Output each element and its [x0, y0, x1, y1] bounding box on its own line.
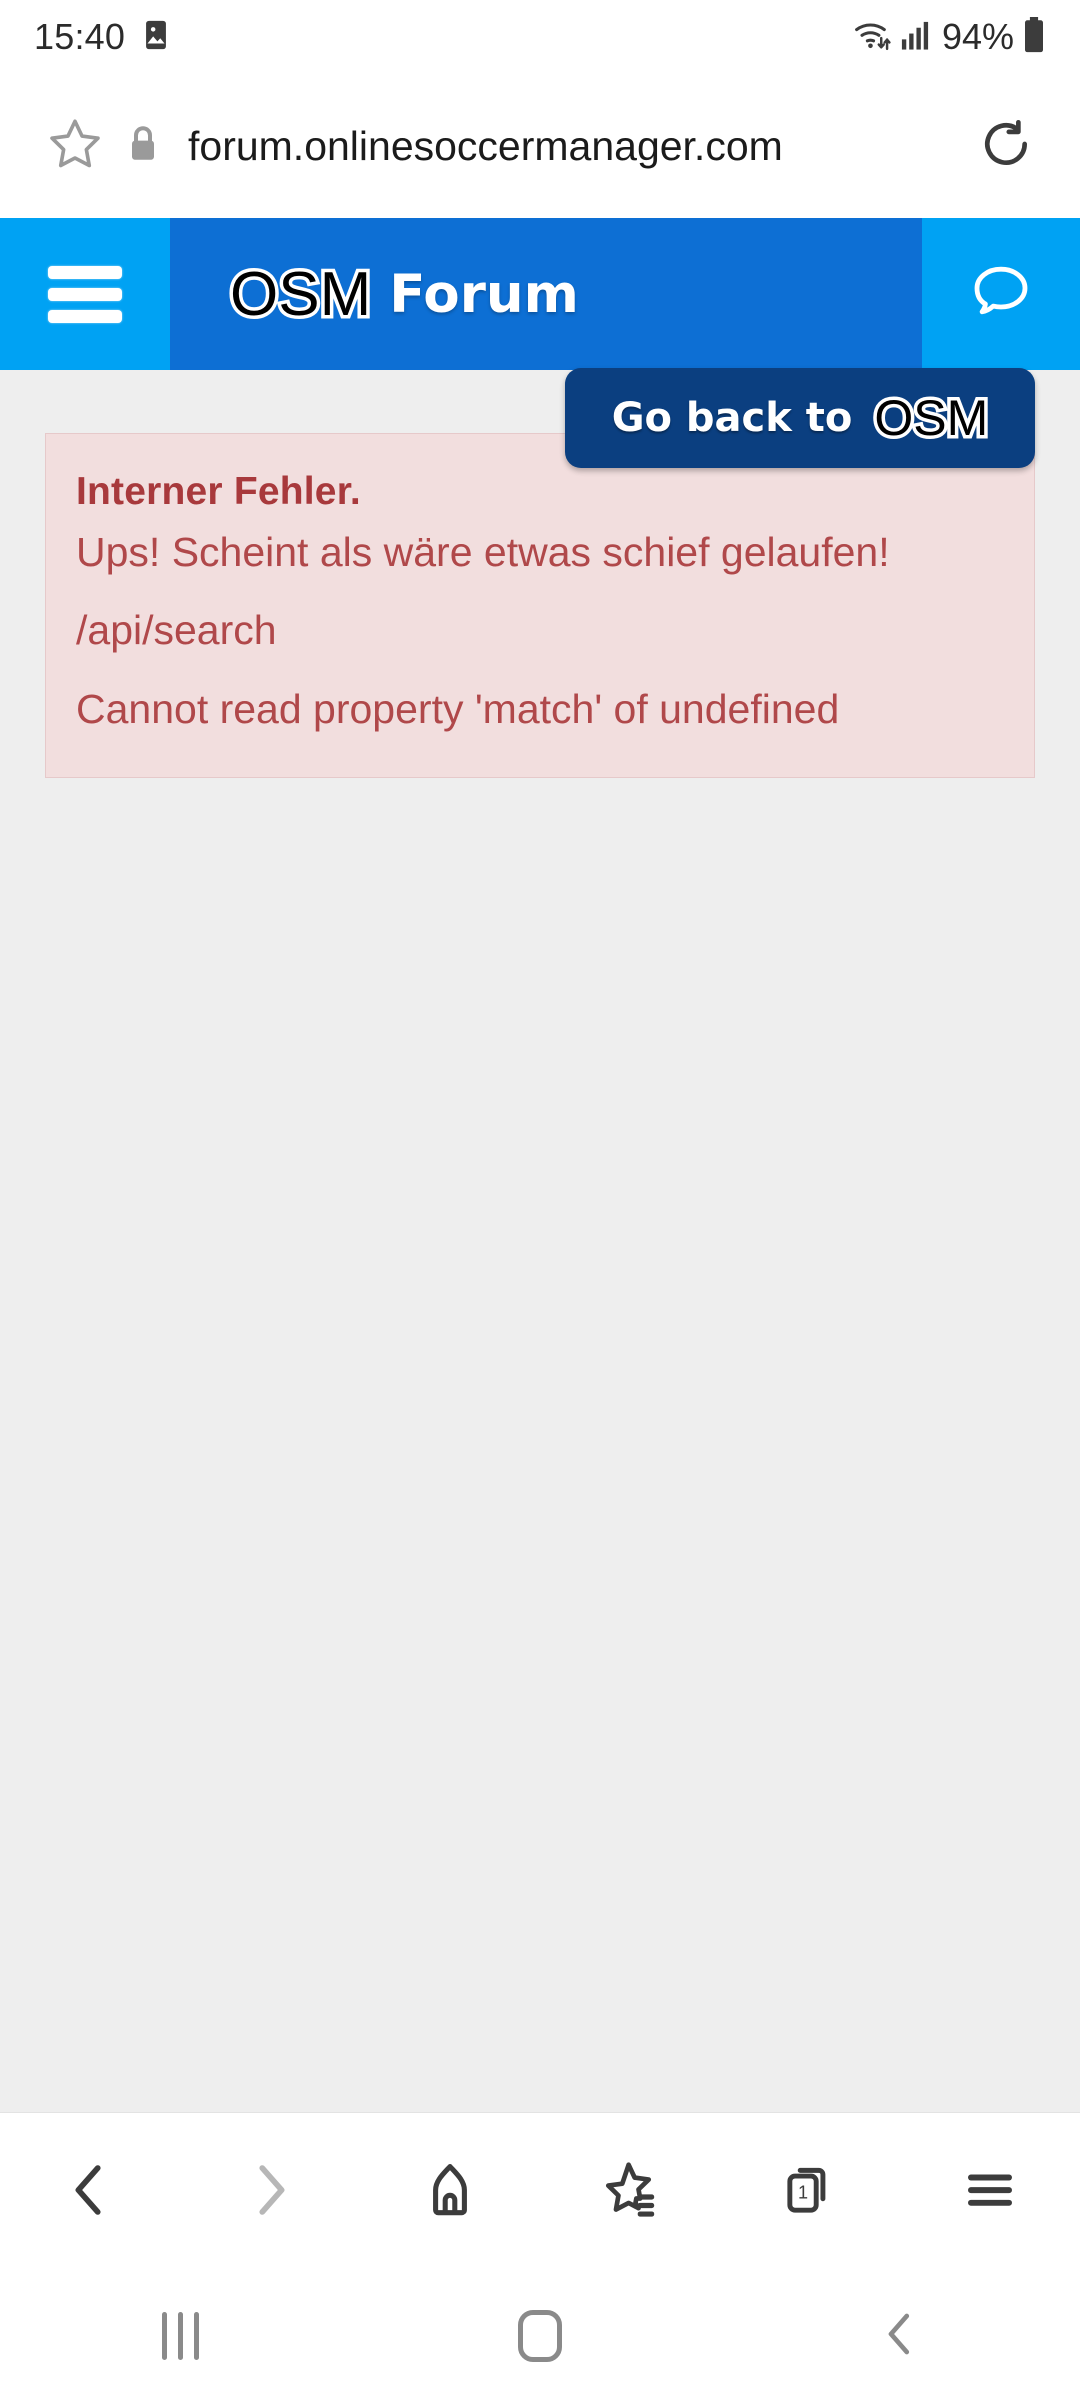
page-content: Interner Fehler. Ups! Scheint als wäre e…	[0, 370, 1080, 2112]
osm-logo-text: OSM	[230, 259, 372, 329]
error-alert-title: Interner Fehler.	[76, 470, 361, 513]
go-back-osm-logo-text: OSM	[874, 390, 989, 446]
toolbar-bookmarks-button[interactable]	[555, 2113, 705, 2273]
url-text[interactable]: forum.onlinesoccermanager.com	[188, 123, 956, 170]
status-bar: 15:40 94%	[0, 0, 1080, 74]
clock: 15:40	[34, 16, 126, 57]
toolbar-back-button[interactable]	[15, 2113, 165, 2273]
chevron-right-icon[interactable]	[239, 2159, 301, 2226]
toolbar-home-button[interactable]	[375, 2113, 525, 2273]
phone-screen: 15:40 94% forum.onlinesoccermanager.com …	[0, 0, 1080, 2400]
toolbar-menu-button[interactable]	[915, 2113, 1065, 2273]
star-list-icon[interactable]	[597, 2157, 663, 2228]
chat-button[interactable]	[922, 218, 1080, 370]
hamburger-menu-icon[interactable]	[48, 257, 122, 332]
wifi-icon	[852, 18, 892, 57]
cellular-signal-icon	[900, 19, 930, 56]
osm-logo: OSM OSM	[226, 256, 374, 332]
go-back-osm-logo: OSM OSM	[871, 387, 992, 450]
chat-bubble-icon[interactable]	[965, 256, 1037, 333]
toolbar-tabs-button[interactable]: 1	[735, 2113, 885, 2273]
site-header: OSM OSM Forum	[0, 218, 1080, 370]
battery-icon	[1022, 16, 1046, 58]
tabs-icon[interactable]: 1	[779, 2159, 841, 2226]
toolbar-forward-button[interactable]	[195, 2113, 345, 2273]
chevron-left-icon[interactable]	[59, 2159, 121, 2226]
reload-icon[interactable]	[978, 116, 1034, 177]
android-home-button[interactable]	[440, 2272, 640, 2400]
error-alert: Interner Fehler. Ups! Scheint als wäre e…	[45, 433, 1035, 779]
error-alert-message: Ups! Scheint als wäre etwas schief gelau…	[76, 529, 890, 575]
error-alert-detail: Cannot read property 'match' of undefine…	[76, 685, 840, 732]
status-bar-left: 15:40	[34, 16, 173, 58]
site-branding[interactable]: OSM OSM Forum	[170, 218, 922, 370]
bookmark-star-icon[interactable]	[46, 115, 104, 178]
site-menu-button[interactable]	[0, 218, 170, 370]
go-back-label: Go back to	[611, 395, 853, 441]
android-recents-button[interactable]	[80, 2272, 280, 2400]
home-square-icon[interactable]	[518, 2310, 562, 2362]
go-back-to-osm-button[interactable]: Go back to OSM OSM	[565, 368, 1035, 468]
lock-icon[interactable]	[126, 124, 160, 169]
recents-icon[interactable]	[161, 2312, 199, 2360]
android-back-button[interactable]	[800, 2272, 1000, 2400]
site-title: Forum	[389, 263, 579, 325]
chevron-left-icon[interactable]	[873, 2307, 927, 2366]
battery-percent: 94%	[941, 16, 1014, 57]
browser-toolbar: 1	[0, 2112, 1080, 2272]
android-nav-bar	[0, 2272, 1080, 2400]
screenshot-image-icon	[139, 18, 173, 57]
hamburger-menu-icon[interactable]	[959, 2159, 1021, 2226]
status-bar-right: 94%	[852, 16, 1046, 58]
tab-count-text: 1	[798, 2183, 808, 2203]
browser-url-bar[interactable]: forum.onlinesoccermanager.com	[0, 74, 1080, 218]
home-icon[interactable]	[418, 2158, 482, 2227]
error-alert-endpoint: /api/search	[76, 607, 277, 654]
